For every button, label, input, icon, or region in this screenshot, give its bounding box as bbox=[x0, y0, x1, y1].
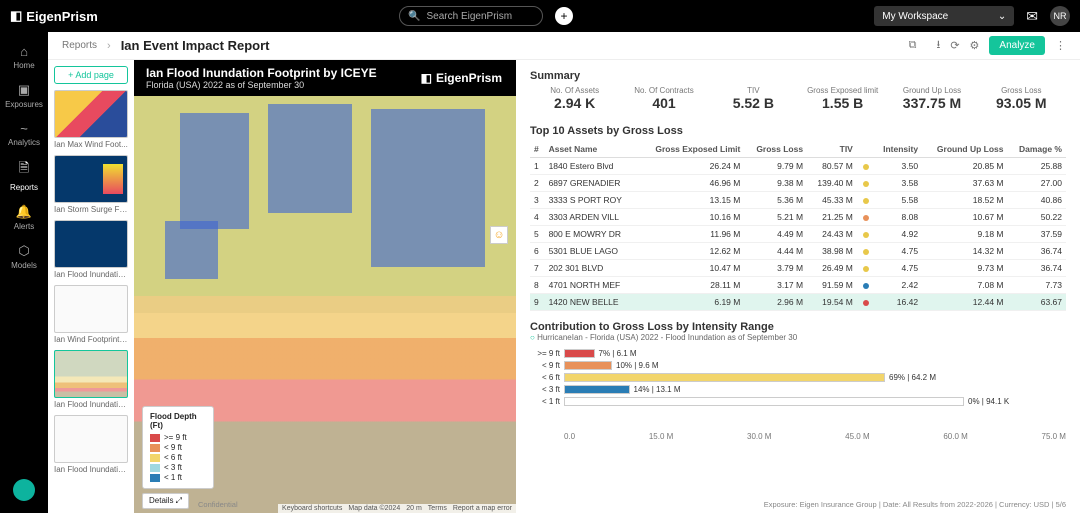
table-row[interactable]: 33333 S PORT ROY13.15 M5.36 M45.33 M5.58… bbox=[530, 192, 1066, 209]
rail-analytics[interactable]: ~Analytics bbox=[0, 115, 48, 153]
footer-meta: Exposure: Eigen Insurance Group | Date: … bbox=[764, 500, 1066, 509]
analyze-button[interactable]: Analyze bbox=[989, 36, 1045, 55]
summary-item: TIV5.52 B bbox=[709, 86, 798, 111]
page-title: Ian Event Impact Report bbox=[121, 38, 270, 53]
add-button[interactable]: + bbox=[555, 7, 573, 25]
contrib-title: Contribution to Gross Loss by Intensity … bbox=[530, 321, 1066, 333]
table-row[interactable]: 43303 ARDEN VILL10.16 M5.21 M21.25 M8.08… bbox=[530, 209, 1066, 226]
copy-icon[interactable]: ⧉ bbox=[909, 39, 917, 52]
search-input[interactable]: 🔍 Search EigenPrism bbox=[399, 6, 543, 26]
rail-home[interactable]: ⌂Home bbox=[0, 38, 48, 76]
contrib-subtitle: HurricaneIan - Florida (USA) 2022 - Floo… bbox=[530, 333, 1066, 342]
summary-item: No. Of Assets2.94 K bbox=[530, 86, 619, 111]
map-legend: Flood Depth (Ft) >= 9 ft< 9 ft< 6 ft< 3 … bbox=[142, 406, 214, 489]
workspace-dropdown[interactable]: My Workspace ⌄ bbox=[874, 6, 1014, 26]
summary-item: Gross Loss93.05 M bbox=[977, 86, 1066, 111]
thumb-4[interactable]: Ian Wind Footprint ... bbox=[54, 285, 128, 344]
rail-models[interactable]: ⬡Models bbox=[0, 237, 48, 276]
table-row[interactable]: 5800 E MOWRY DR11.96 M4.49 M24.43 M4.929… bbox=[530, 226, 1066, 243]
alerts-icon: 🔔 bbox=[0, 204, 48, 220]
table-row[interactable]: 11840 Estero Blvd26.24 M9.79 M80.57 M3.5… bbox=[530, 158, 1066, 175]
page-header: Reports › Ian Event Impact Report ⧉ ⵼ ⭳ … bbox=[48, 32, 1080, 60]
left-rail: ⌂Home ▣Exposures ~Analytics 🗎Reports 🔔Al… bbox=[0, 32, 48, 513]
summary-item: Ground Up Loss337.75 M bbox=[887, 86, 976, 111]
details-button[interactable]: Details ⤢ bbox=[142, 493, 189, 509]
logo-icon: ◧ bbox=[10, 8, 22, 24]
brand-text: EigenPrism bbox=[26, 9, 98, 24]
avatar[interactable]: NR bbox=[1050, 6, 1070, 26]
home-icon: ⌂ bbox=[0, 44, 48, 59]
brand-logo[interactable]: ◧ EigenPrism bbox=[10, 8, 98, 24]
thumb-1[interactable]: Ian Max Wind Foot... bbox=[54, 90, 128, 149]
main: Reports › Ian Event Impact Report ⧉ ⵼ ⭳ … bbox=[48, 32, 1080, 513]
thumb-2[interactable]: Ian Storm Surge Fo... bbox=[54, 155, 128, 214]
mail-icon[interactable]: ✉ bbox=[1026, 8, 1038, 25]
chevron-right-icon: › bbox=[107, 40, 111, 52]
chart-axis: 0.015.0 M30.0 M45.0 M60.0 M75.0 M bbox=[530, 432, 1066, 441]
map-attribution: Keyboard shortcuts Map data ©2024 20 m T… bbox=[278, 504, 516, 513]
download-icon[interactable]: ⭳ bbox=[936, 36, 940, 55]
pegman-icon[interactable]: ☺ bbox=[490, 226, 508, 244]
summary-item: Gross Exposed limit1.55 B bbox=[798, 86, 887, 111]
map-panel: Ian Flood Inundation Footprint by ICEYE … bbox=[134, 60, 516, 513]
summary-heading: Summary bbox=[530, 70, 1066, 82]
contrib-chart: >= 9 ft7% | 6.1 M< 9 ft10% | 9.6 M< 6 ft… bbox=[530, 348, 1066, 428]
thumb-3[interactable]: Ian Flood Inundatio... bbox=[54, 220, 128, 279]
reports-icon: 🗎 bbox=[0, 159, 48, 181]
refresh-icon[interactable]: ⟳ bbox=[950, 39, 959, 52]
assets-table: #Asset NameGross Exposed LimitGross Loss… bbox=[530, 141, 1066, 311]
summary-row: No. Of Assets2.94 KNo. Of Contracts401TI… bbox=[530, 86, 1066, 111]
page-thumbnails: + Add page Ian Max Wind Foot... Ian Stor… bbox=[48, 60, 134, 513]
add-page-button[interactable]: + Add page bbox=[54, 66, 128, 84]
table-row[interactable]: 91420 NEW BELLE6.19 M2.96 M19.54 M16.421… bbox=[530, 294, 1066, 311]
models-icon: ⬡ bbox=[0, 243, 48, 259]
map[interactable]: ☺ Flood Depth (Ft) >= 9 ft< 9 ft< 6 ft< … bbox=[134, 96, 516, 513]
rail-reports[interactable]: 🗎Reports bbox=[0, 153, 48, 198]
more-icon[interactable]: ⋮ bbox=[1055, 39, 1066, 52]
settings-icon[interactable]: ⚙ bbox=[970, 39, 980, 52]
analytics-icon: ~ bbox=[0, 121, 48, 136]
thumb-6[interactable]: Ian Flood Inundatio... bbox=[54, 415, 128, 474]
rail-exposures[interactable]: ▣Exposures bbox=[0, 76, 48, 115]
rail-help-icon[interactable] bbox=[13, 479, 35, 501]
search-icon: 🔍 bbox=[408, 11, 420, 22]
topbar: ◧ EigenPrism 🔍 Search EigenPrism + My Wo… bbox=[0, 0, 1080, 32]
table-row[interactable]: 84701 NORTH MEF28.11 M3.17 M91.59 M2.427… bbox=[530, 277, 1066, 294]
thumb-5[interactable]: Ian Flood Inundatio... bbox=[54, 350, 128, 409]
table-row[interactable]: 7202 301 BLVD10.47 M3.79 M26.49 M4.759.7… bbox=[530, 260, 1066, 277]
data-panel: Summary No. Of Assets2.94 KNo. Of Contra… bbox=[516, 60, 1080, 513]
chevron-down-icon: ⌄ bbox=[998, 11, 1006, 22]
breadcrumb[interactable]: Reports bbox=[62, 40, 97, 51]
exposures-icon: ▣ bbox=[0, 82, 48, 98]
search-placeholder: Search EigenPrism bbox=[427, 11, 513, 22]
table-title: Top 10 Assets by Gross Loss bbox=[530, 125, 1066, 137]
workspace-label: My Workspace bbox=[882, 11, 948, 22]
table-row[interactable]: 26897 GRENADIER46.96 M9.38 M139.40 M3.58… bbox=[530, 175, 1066, 192]
map-brand: ◧EigenPrism bbox=[421, 71, 502, 85]
confidential-label: Confidential bbox=[198, 500, 238, 509]
rail-alerts[interactable]: 🔔Alerts bbox=[0, 198, 48, 237]
summary-item: No. Of Contracts401 bbox=[619, 86, 708, 111]
table-row[interactable]: 65301 BLUE LAGO12.62 M4.44 M38.98 M4.751… bbox=[530, 243, 1066, 260]
map-title-bar: Ian Flood Inundation Footprint by ICEYE … bbox=[134, 60, 516, 96]
